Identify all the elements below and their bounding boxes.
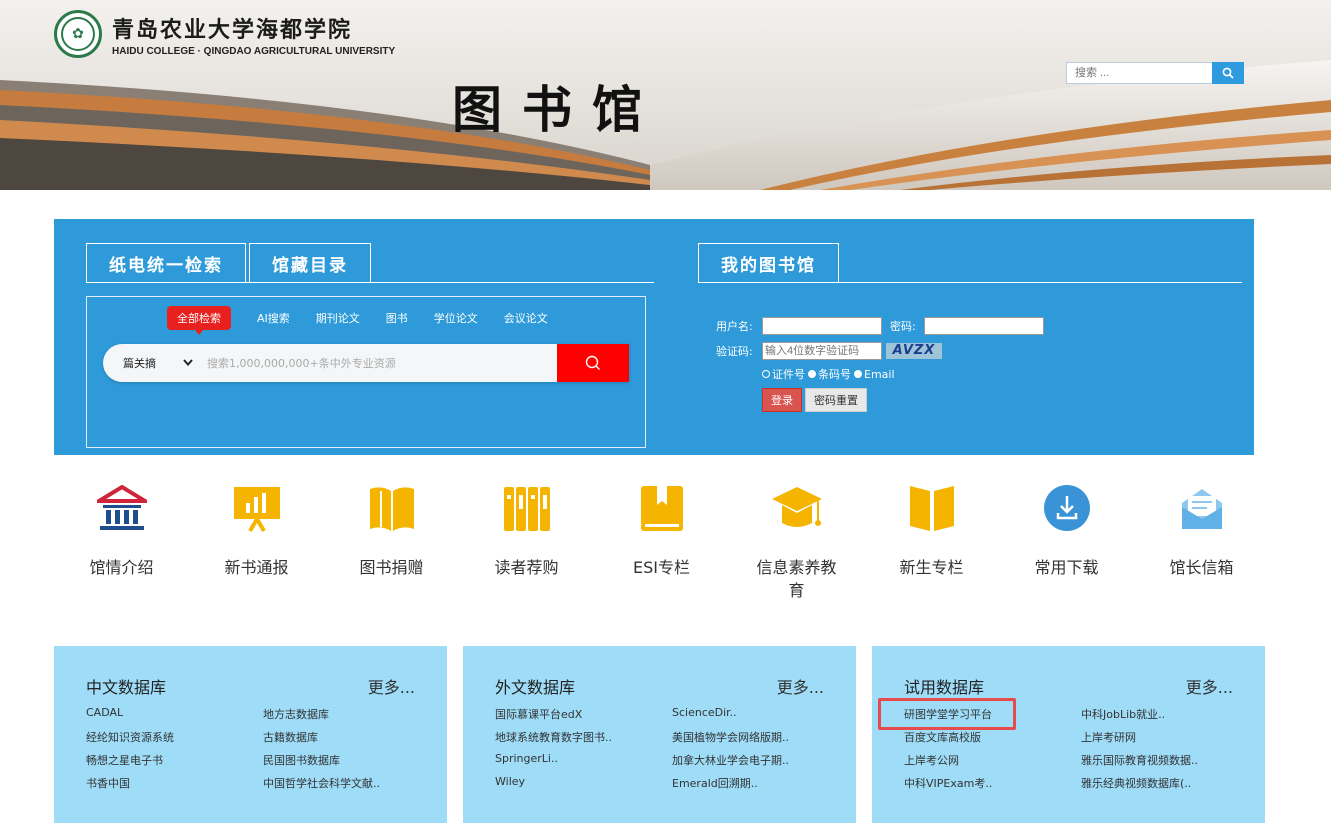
- category-thesis[interactable]: 学位论文: [434, 306, 478, 330]
- database-link[interactable]: 书香中国: [86, 775, 263, 792]
- header-banner: ✿ 青岛农业大学海都学院 HAIDU COLLEGE · QINGDAO AGR…: [0, 0, 1331, 190]
- quick-link-literacy[interactable]: 信息素养教育: [729, 480, 864, 602]
- login-type-radios: 证件号 条码号 Email: [762, 366, 1044, 382]
- search-login-panel: 纸电统一检索 馆藏目录 全部检索 AI搜索 期刊论文 图书 学位论文 会议论文 …: [54, 219, 1254, 455]
- database-link[interactable]: 民国图书数据库: [263, 752, 431, 769]
- database-link[interactable]: SpringerLi..: [495, 752, 672, 769]
- school-name-en: HAIDU COLLEGE · QINGDAO AGRICULTURAL UNI…: [112, 45, 396, 57]
- quick-links: 馆情介绍 新书通报 图书捐赠 读者荐购 ESI专栏 信息素养教育 新生专栏 常用…: [54, 480, 1269, 602]
- quick-link-about[interactable]: 馆情介绍: [54, 480, 189, 602]
- site-search-input[interactable]: [1066, 62, 1212, 84]
- library-building-icon: [96, 485, 147, 530]
- bookmark-book-icon: [640, 486, 683, 531]
- search-icon: [585, 355, 600, 370]
- database-link[interactable]: 古籍数据库: [263, 729, 431, 746]
- quick-link-esi[interactable]: ESI专栏: [594, 480, 729, 602]
- more-link[interactable]: 更多...: [1186, 674, 1233, 698]
- database-link[interactable]: Wiley: [495, 775, 672, 792]
- database-link[interactable]: 百度文库高校版: [904, 729, 1081, 746]
- database-link[interactable]: 上岸考公网: [904, 752, 1081, 769]
- search-field-select[interactable]: 篇关摘: [103, 355, 201, 371]
- quick-link-donate[interactable]: 图书捐赠: [324, 480, 459, 602]
- bookshelf-icon: [503, 487, 550, 531]
- password-input[interactable]: [924, 316, 1044, 335]
- chinese-database-card: 中文数据库 更多... CADAL 地方志数据库 经纶知识资源系统 古籍数据库 …: [54, 646, 447, 823]
- login-form: 用户名: 密码: 验证码: AVZX 证件号 条码号 Email 登录 密码重置: [716, 316, 1044, 412]
- password-reset-button[interactable]: 密码重置: [805, 388, 867, 412]
- more-link[interactable]: 更多...: [368, 674, 415, 698]
- tab-divider: [698, 282, 1242, 283]
- open-book-icon: [369, 487, 414, 531]
- database-link[interactable]: 经纶知识资源系统: [86, 729, 263, 746]
- category-journal[interactable]: 期刊论文: [316, 306, 360, 330]
- captcha-image[interactable]: AVZX: [886, 342, 942, 359]
- database-link[interactable]: ScienceDir..: [672, 706, 840, 723]
- card-title: 中文数据库: [86, 678, 167, 697]
- card-title: 外文数据库: [495, 678, 576, 697]
- more-link[interactable]: 更多...: [777, 674, 824, 698]
- captcha-input[interactable]: [762, 341, 882, 360]
- unified-search-box: 全部检索 AI搜索 期刊论文 图书 学位论文 会议论文 篇关摘 搜索1,000,…: [86, 296, 646, 448]
- page-title: 图书馆: [452, 80, 662, 139]
- database-link[interactable]: CADAL: [86, 706, 263, 723]
- resource-search-bar: 篇关摘 搜索1,000,000,000+条中外专业资源: [103, 344, 629, 382]
- resource-search-button[interactable]: [557, 344, 629, 382]
- quick-link-director-mail[interactable]: 馆长信箱: [1134, 480, 1269, 602]
- database-link[interactable]: 雅乐经典视频数据库(..: [1081, 775, 1249, 792]
- trial-database-card: 试用数据库 更多... 研图学堂学习平台 中科JobLib就业.. 百度文库高校…: [872, 646, 1265, 823]
- database-link[interactable]: 加拿大林业学会电子期..: [672, 752, 840, 769]
- database-link[interactable]: 中科VIPExam考..: [904, 775, 1081, 792]
- database-link[interactable]: 中国哲学社会科学文献..: [263, 775, 431, 792]
- search-field-value: 篇关摘: [123, 357, 156, 370]
- highlight-box: [878, 698, 1016, 730]
- login-button[interactable]: 登录: [762, 388, 802, 412]
- mail-icon: [1181, 489, 1222, 529]
- category-book[interactable]: 图书: [386, 306, 408, 330]
- database-link[interactable]: 雅乐国际教育视频数据..: [1081, 752, 1249, 769]
- database-link[interactable]: Emerald回溯期..: [672, 775, 840, 792]
- database-link[interactable]: 地球系统教育数字图书..: [495, 729, 672, 746]
- quick-link-freshman[interactable]: 新生专栏: [864, 480, 999, 602]
- radio-barcode[interactable]: [808, 370, 816, 378]
- school-logo[interactable]: ✿ 青岛农业大学海都学院 HAIDU COLLEGE · QINGDAO AGR…: [54, 10, 395, 58]
- captcha-label: 验证码:: [716, 344, 753, 358]
- tab-divider: [86, 282, 654, 283]
- site-search-button[interactable]: [1212, 62, 1244, 84]
- quick-link-recommend[interactable]: 读者荐购: [459, 480, 594, 602]
- site-search: [1066, 62, 1244, 84]
- username-input[interactable]: [762, 316, 882, 335]
- database-link[interactable]: 地方志数据库: [263, 706, 431, 723]
- school-name-cn: 青岛农业大学海都学院: [112, 16, 353, 43]
- database-link[interactable]: 中科JobLib就业..: [1081, 706, 1249, 723]
- tab-unified-search[interactable]: 纸电统一检索: [86, 243, 246, 283]
- radio-id-card[interactable]: [762, 370, 770, 378]
- download-icon: [1043, 485, 1090, 531]
- database-link[interactable]: 国际慕课平台edX: [495, 706, 672, 723]
- chevron-down-icon: [183, 359, 193, 367]
- category-all[interactable]: 全部检索: [167, 306, 231, 335]
- card-title: 试用数据库: [904, 678, 985, 697]
- username-label: 用户名:: [716, 319, 753, 333]
- database-link[interactable]: 美国植物学会网络版期..: [672, 729, 840, 746]
- password-label: 密码:: [890, 319, 916, 333]
- radio-email[interactable]: [854, 370, 862, 378]
- database-link[interactable]: 上岸考研网: [1081, 729, 1249, 746]
- tab-catalog[interactable]: 馆藏目录: [249, 243, 371, 283]
- quick-link-downloads[interactable]: 常用下载: [999, 480, 1134, 602]
- search-icon: [1222, 67, 1234, 79]
- graduation-cap-icon: [771, 487, 822, 527]
- school-emblem-icon: ✿: [54, 10, 102, 58]
- resource-search-input[interactable]: 搜索1,000,000,000+条中外专业资源: [201, 355, 557, 371]
- book-icon: [909, 486, 954, 531]
- quick-link-new-books[interactable]: 新书通报: [189, 480, 324, 602]
- category-ai[interactable]: AI搜索: [257, 306, 290, 330]
- category-conference[interactable]: 会议论文: [504, 306, 548, 330]
- foreign-database-card: 外文数据库 更多... 国际慕课平台edX ScienceDir.. 地球系统教…: [463, 646, 856, 823]
- tab-my-library[interactable]: 我的图书馆: [698, 243, 839, 283]
- database-link[interactable]: 畅想之星电子书: [86, 752, 263, 769]
- presentation-chart-icon: [233, 487, 280, 533]
